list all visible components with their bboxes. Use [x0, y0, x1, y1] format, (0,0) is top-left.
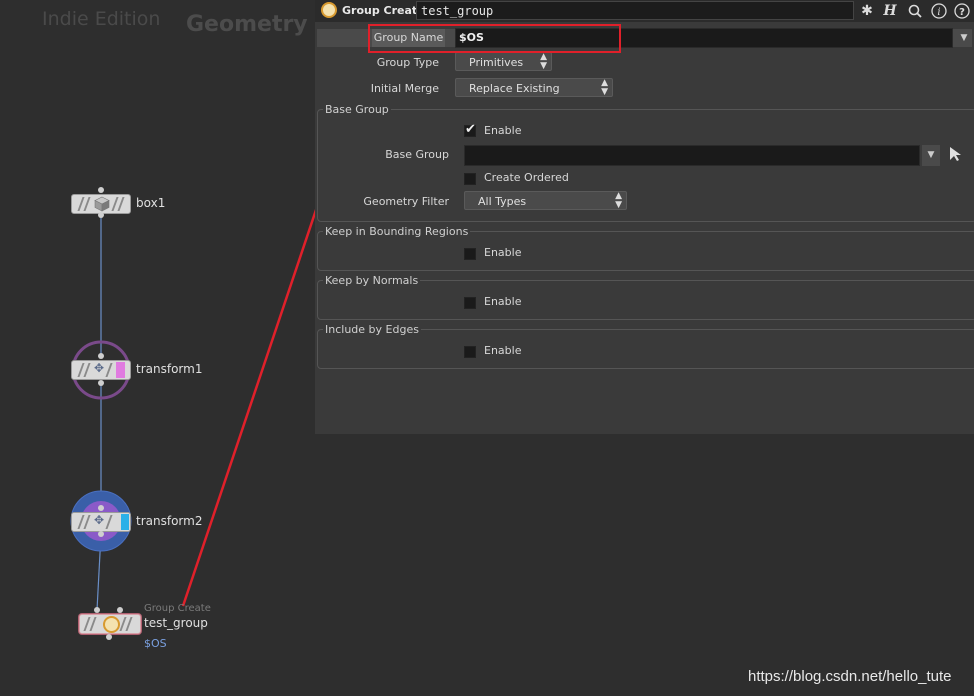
input-connector[interactable] [94, 607, 100, 613]
initial-merge-value: Replace Existing [469, 82, 560, 95]
initial-merge-menu[interactable]: Replace Existing ▲ ▼ [455, 78, 613, 97]
create-ordered-label: Create Ordered [484, 171, 569, 184]
node-type-label: Group Create [144, 603, 211, 614]
checkmark-icon: ✔ [465, 122, 476, 137]
node-label: box1 [136, 196, 166, 210]
transform-icon: ✥ [94, 513, 105, 527]
base-group-enable-checkbox[interactable]: ✔ [464, 122, 476, 137]
node-label: transform1 [136, 362, 203, 376]
base-group-section-title: Base Group [323, 103, 391, 116]
geometry-filter-label: Geometry Filter [363, 195, 449, 208]
input-connector[interactable] [98, 505, 104, 511]
transform-icon: ✥ [94, 361, 105, 375]
base-group-label: Base Group [385, 148, 449, 161]
gear-icon[interactable]: ✱ [858, 2, 876, 20]
chevron-down-icon[interactable]: ▼ [922, 145, 940, 166]
normals-section-title: Keep by Normals [323, 274, 421, 287]
group-type-menu[interactable]: Primitives ▲ ▼ [455, 52, 552, 71]
parameter-toolbar: Group Create test_group ✱ H i ? [315, 0, 974, 22]
create-ordered-checkbox[interactable] [464, 173, 476, 185]
spinner-arrows-icon: ▲ ▼ [615, 191, 622, 210]
base-group-enable-label: Enable [484, 124, 522, 137]
info-icon[interactable]: i [930, 2, 948, 20]
edges-section-title: Include by Edges [323, 323, 421, 336]
spinner-arrows-icon: ▲ ▼ [540, 52, 547, 71]
node-type-label: Group Create [342, 4, 425, 17]
output-connector[interactable] [98, 531, 104, 537]
display-flag[interactable] [121, 514, 129, 530]
select-arrow-icon[interactable] [949, 146, 963, 162]
output-connector[interactable] [106, 634, 112, 640]
node-comment: $OS [144, 637, 167, 650]
parameter-panel: Group Create test_group ✱ H i ? Group Na… [315, 0, 974, 434]
search-icon[interactable] [906, 2, 924, 20]
group-create-icon [103, 616, 120, 633]
blog-watermark: https://blog.csdn.net/hello_tute [748, 668, 952, 685]
geometry-filter-menu[interactable]: All Types ▲ ▼ [464, 191, 627, 210]
box-icon [94, 196, 110, 212]
display-flag[interactable] [116, 362, 125, 378]
node-name-field[interactable]: test_group [416, 1, 854, 20]
help-icon[interactable]: ? [953, 2, 971, 20]
output-connector[interactable] [98, 212, 104, 218]
normals-enable-label: Enable [484, 295, 522, 308]
node-body[interactable]: ✥ [71, 512, 131, 532]
input-connector[interactable] [98, 353, 104, 359]
normals-enable-checkbox[interactable] [464, 297, 476, 309]
group-type-label: Group Type [376, 56, 439, 69]
svg-text:i: i [937, 7, 940, 18]
spinner-arrows-icon: ▲ ▼ [601, 78, 608, 97]
edges-enable-label: Enable [484, 344, 522, 357]
node-type-icon[interactable] [321, 2, 337, 18]
annotation-highlight-box [368, 24, 621, 53]
houdini-help-icon[interactable]: H [881, 2, 899, 20]
chevron-down-icon[interactable]: ▼ [956, 29, 972, 47]
output-connector[interactable] [98, 380, 104, 386]
bounding-regions-section-title: Keep in Bounding Regions [323, 225, 471, 238]
bounding-enable-checkbox[interactable] [464, 248, 476, 260]
node-body[interactable] [71, 194, 131, 214]
node-body[interactable] [79, 614, 141, 634]
node-body[interactable]: ✥ [71, 360, 131, 380]
geometry-filter-value: All Types [478, 195, 527, 208]
node-label: transform2 [136, 514, 203, 528]
initial-merge-label: Initial Merge [370, 82, 439, 95]
input-connector-2[interactable] [117, 607, 123, 613]
group-type-value: Primitives [469, 56, 524, 69]
base-group-input[interactable] [464, 145, 920, 166]
svg-text:?: ? [959, 7, 965, 18]
node-label: test_group [144, 616, 208, 630]
edges-enable-checkbox[interactable] [464, 346, 476, 358]
input-connector[interactable] [98, 187, 104, 193]
bounding-enable-label: Enable [484, 246, 522, 259]
